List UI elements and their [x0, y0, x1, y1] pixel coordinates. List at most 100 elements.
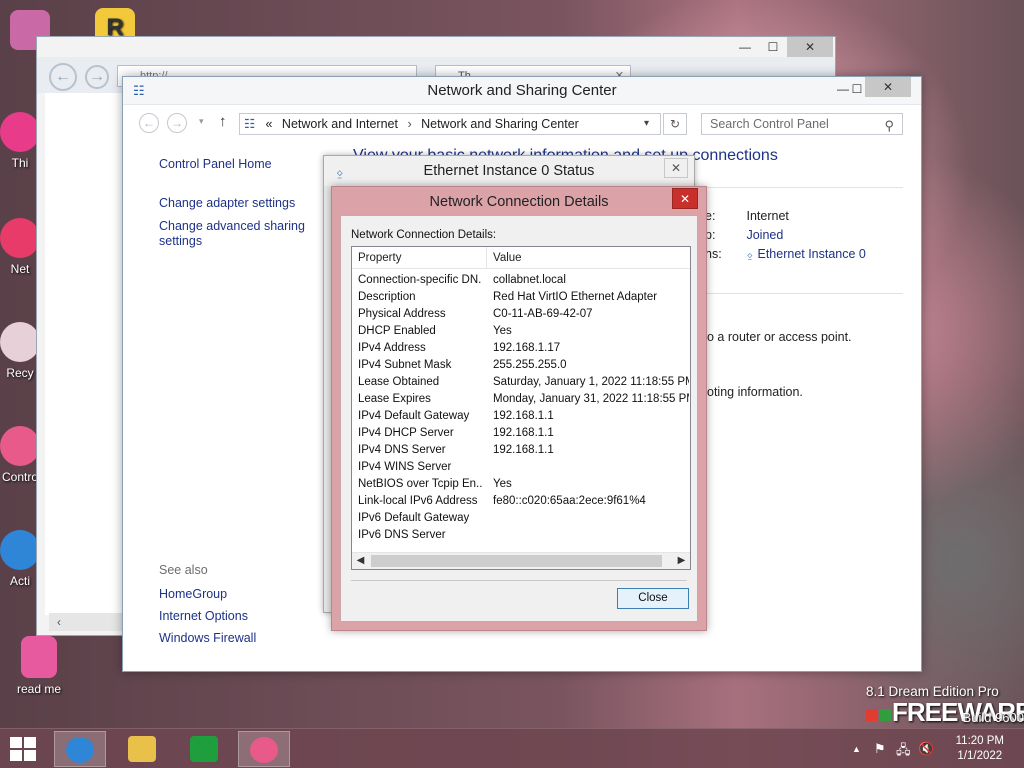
refresh-button[interactable]: ↻: [663, 113, 687, 135]
table-row[interactable]: Lease Obtained Saturday, January 1, 2022 …: [352, 375, 690, 392]
volume-muted-icon[interactable]: 🔇: [918, 741, 934, 757]
search-placeholder: Search Control Panel: [710, 117, 829, 131]
ie-back-button[interactable]: ←: [49, 63, 77, 91]
desktop-icon-control-panel[interactable]: Contro: [0, 426, 40, 484]
breadcrumb-separator[interactable]: ›: [407, 117, 411, 131]
taskbar-file-explorer-button[interactable]: [116, 731, 168, 767]
troubleshoot-text: oting information.: [707, 385, 803, 399]
homegroup-joined-link[interactable]: Joined: [746, 228, 783, 242]
property-cell: IPv4 Subnet Mask: [358, 359, 452, 371]
internet-options-link[interactable]: Internet Options: [159, 609, 256, 623]
nsc-close-button[interactable]: ✕: [865, 77, 911, 97]
desktop-icon-label: Net: [10, 262, 30, 276]
change-advanced-sharing-link[interactable]: Change advanced sharing settings: [159, 219, 329, 249]
ethernet-connection-link[interactable]: Ethernet Instance 0: [757, 247, 865, 261]
nsc-title: Network and Sharing Center: [427, 82, 617, 99]
ethernet-status-close-button[interactable]: ✕: [664, 158, 688, 178]
ie-scrollbar[interactable]: ‹: [49, 613, 129, 631]
table-row[interactable]: NetBIOS over Tcpip En... Yes: [352, 477, 690, 494]
value-cell: 255.255.255.0: [493, 359, 567, 371]
nsc-titlebar: ☷ Network and Sharing Center — ☐ ✕: [123, 77, 921, 105]
clock[interactable]: 11:20 PM 1/1/2022: [956, 734, 1004, 764]
property-cell: Lease Expires: [358, 393, 431, 405]
table-row[interactable]: IPv4 Subnet Mask 255.255.255.0: [352, 358, 690, 375]
windows-firewall-link[interactable]: Windows Firewall: [159, 631, 256, 645]
store-icon: [190, 736, 218, 762]
internet-explorer-icon: [66, 737, 94, 763]
address-dropdown-icon[interactable]: ▾: [644, 114, 658, 134]
column-header-value[interactable]: Value: [493, 252, 522, 264]
windows-logo-icon: [10, 737, 22, 748]
horizontal-scrollbar[interactable]: ◀ ▶: [352, 552, 690, 569]
search-input[interactable]: Search Control Panel ⚲: [701, 113, 903, 135]
ie-minimize-button[interactable]: —: [731, 37, 759, 57]
ie-maximize-button[interactable]: ☐: [759, 37, 787, 57]
ie-close-button[interactable]: ✕: [787, 37, 833, 57]
desktop-icon-thispc[interactable]: Thi: [0, 112, 40, 170]
connections-row: ns: ⍚ Ethernet Instance 0: [705, 245, 866, 264]
table-row[interactable]: IPv4 WINS Server: [352, 460, 690, 477]
desktop-icon-recycle-bin[interactable]: Recy: [0, 322, 40, 380]
breadcrumb-current[interactable]: Network and Sharing Center: [421, 117, 579, 131]
listview-rows: Connection-specific DN... collabnet.local…: [352, 273, 690, 545]
details-title: Network Connection Details: [429, 194, 609, 210]
up-button[interactable]: ↑: [219, 113, 227, 130]
info-key: p:: [705, 228, 716, 242]
table-row[interactable]: IPv6 DNS Server: [352, 528, 690, 545]
desktop-icon-network[interactable]: Net: [0, 218, 40, 276]
network-tray-icon[interactable]: 🖧: [896, 741, 911, 763]
details-label: Network Connection Details:: [351, 229, 497, 241]
desktop-icon-readme[interactable]: read me: [4, 636, 74, 696]
value-cell: C0-11-AB-69-42-07: [493, 308, 593, 320]
details-close-icon[interactable]: ✕: [672, 188, 698, 209]
action-center-flag-icon[interactable]: ⚑: [874, 741, 886, 757]
control-panel-home-link[interactable]: Control Panel Home: [159, 157, 329, 172]
ethernet-status-titlebar: ⍚ Ethernet Instance 0 Status ✕: [324, 156, 694, 186]
start-button[interactable]: [10, 737, 38, 763]
info-key: e:: [705, 209, 716, 223]
table-row[interactable]: Connection-specific DN... collabnet.local: [352, 273, 690, 290]
scroll-right-icon[interactable]: ▶: [673, 553, 690, 569]
column-header-property[interactable]: Property: [358, 252, 401, 264]
table-row[interactable]: IPv4 Default Gateway 192.168.1.1: [352, 409, 690, 426]
table-row[interactable]: IPv6 Default Gateway: [352, 511, 690, 528]
nsc-navbar: ← → ▾ ↑ ☷ « Network and Internet › Netwo…: [123, 111, 921, 137]
table-row[interactable]: Link-local IPv6 Address fe80::c020:65aa:2…: [352, 494, 690, 511]
column-divider[interactable]: [486, 247, 487, 269]
details-listview[interactable]: Property Value Connection-specific DN...…: [351, 246, 691, 570]
scroll-left-icon[interactable]: ◀: [352, 553, 369, 569]
taskbar-ie-button[interactable]: [54, 731, 106, 767]
change-adapter-settings-link[interactable]: Change adapter settings: [159, 196, 329, 211]
table-row[interactable]: Lease Expires Monday, January 31, 2022 11…: [352, 392, 690, 409]
recent-pages-dropdown[interactable]: ▾: [199, 116, 204, 127]
homegroup-link[interactable]: HomeGroup: [159, 587, 256, 601]
breadcrumb-overflow[interactable]: «: [265, 117, 272, 131]
property-cell: Lease Obtained: [358, 376, 440, 388]
this-pc-icon: [0, 112, 40, 152]
taskbar-store-button[interactable]: [178, 731, 230, 767]
close-button[interactable]: Close: [617, 588, 689, 609]
back-button[interactable]: ←: [139, 113, 159, 133]
windows-logo-icon: [24, 737, 36, 748]
table-row[interactable]: DHCP Enabled Yes: [352, 324, 690, 341]
table-row[interactable]: IPv4 Address 192.168.1.17: [352, 341, 690, 358]
forward-button[interactable]: →: [167, 113, 187, 133]
control-panel-icon: [250, 737, 278, 763]
search-icon[interactable]: ⚲: [884, 116, 894, 136]
recycle-bin-icon: [0, 322, 40, 362]
table-row[interactable]: Physical Address C0-11-AB-69-42-07: [352, 307, 690, 324]
ie-forward-button[interactable]: →: [85, 65, 109, 89]
desktop-icon-activate[interactable]: Acti: [0, 530, 40, 588]
taskbar-control-panel-button[interactable]: [238, 731, 290, 767]
table-row[interactable]: Description Red Hat VirtIO Ethernet Adapt…: [352, 290, 690, 307]
show-hidden-icons-icon[interactable]: ▲: [852, 744, 861, 754]
breadcrumb-network-internet[interactable]: Network and Internet: [282, 117, 398, 131]
address-bar[interactable]: ☷ « Network and Internet › Network and S…: [239, 113, 661, 135]
homegroup-row: p: Joined: [705, 226, 866, 245]
table-row[interactable]: IPv4 DNS Server 192.168.1.1: [352, 443, 690, 460]
scroll-left-icon[interactable]: ‹: [57, 615, 61, 629]
value-cell: 192.168.1.17: [493, 342, 561, 354]
table-row[interactable]: IPv4 DHCP Server 192.168.1.1: [352, 426, 690, 443]
scrollbar-thumb[interactable]: [371, 555, 662, 567]
network-info: e: Internet p: Joined ns: ⍚ Ethernet Ins…: [705, 207, 866, 264]
